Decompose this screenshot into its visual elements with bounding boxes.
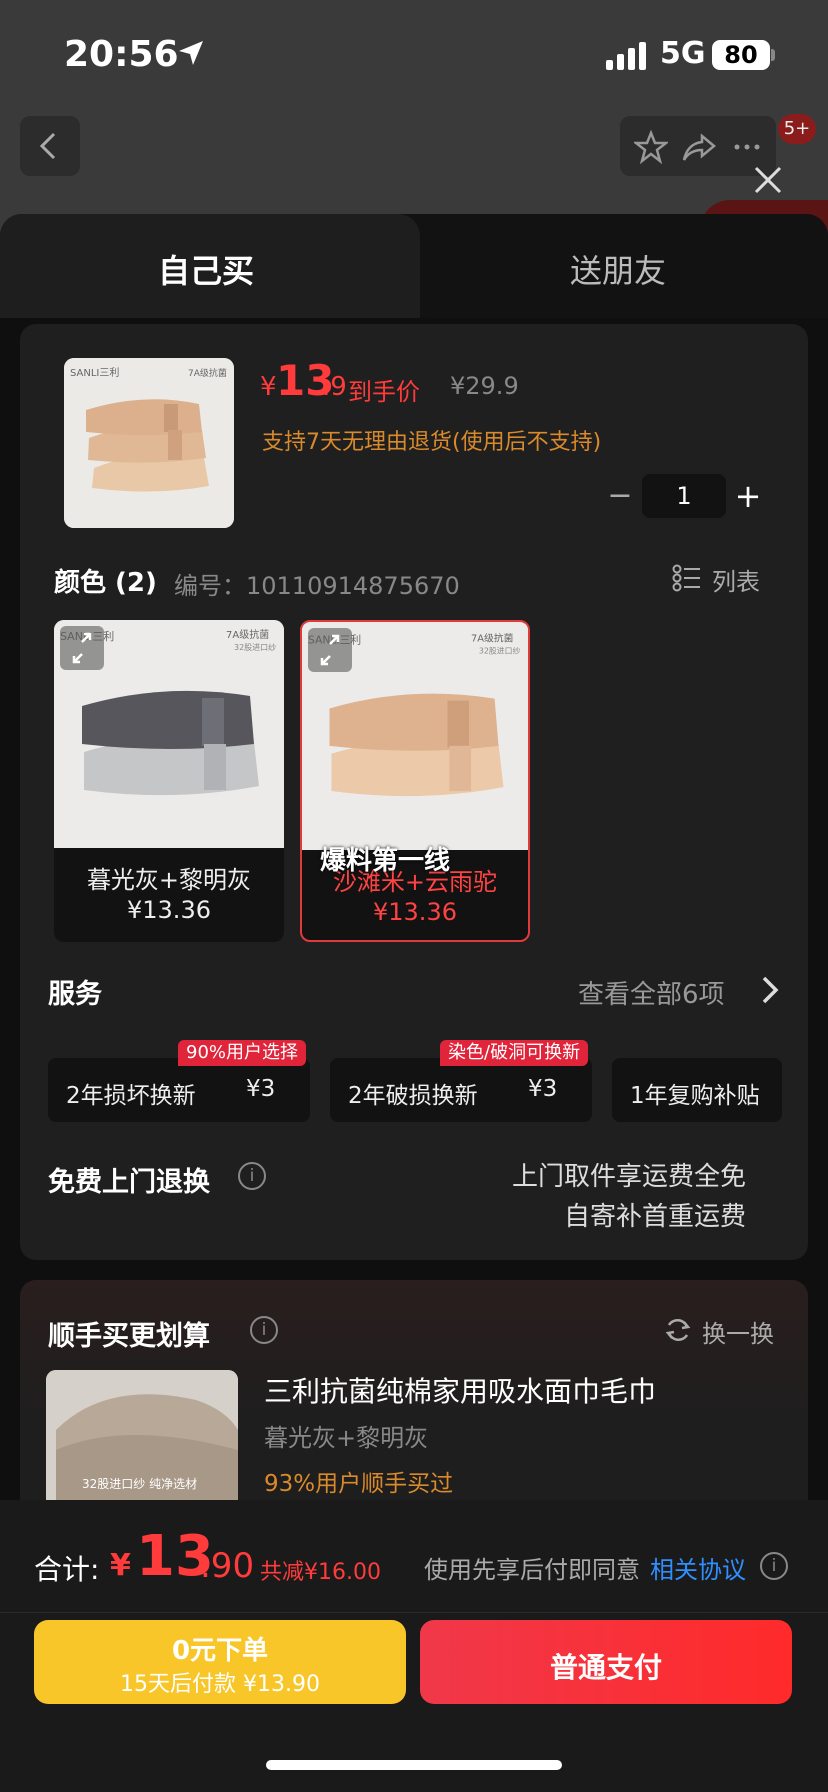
pay-later-title: 0元下单 [171, 1636, 269, 1666]
quantity-increment-button[interactable]: + [734, 476, 762, 516]
original-price: ¥29.9 [450, 372, 519, 400]
service-tag: 染色/破洞可换新 [440, 1040, 589, 1066]
info-icon[interactable]: i [760, 1552, 788, 1580]
info-icon[interactable]: i [250, 1316, 278, 1344]
product-thumbnail[interactable]: SANLI三利 7A级抗菌 [64, 358, 234, 528]
status-bar: 20:56 5G 80 [0, 0, 828, 110]
service-price: ¥3 [246, 1076, 276, 1102]
pay-later-button[interactable]: 0元下单 15天后付款 ¥13.90 [34, 1620, 406, 1704]
free-return-line1: 上门取件享运费全免 [511, 1162, 746, 1192]
expand-icon[interactable] [308, 628, 352, 672]
list-view-label: 列表 [712, 568, 760, 596]
total-decimal: .90 [200, 1546, 255, 1586]
refresh-icon [665, 1318, 691, 1342]
variant-subtag: 32股进口纱 [234, 643, 276, 652]
service-name: 1年复购补贴 [630, 1083, 760, 1109]
signal-icon [606, 42, 646, 70]
message-badge: 5+ [778, 114, 816, 144]
star-icon[interactable] [634, 130, 668, 164]
service-option[interactable]: 1年复购补贴 [612, 1058, 782, 1122]
color-variant-gray[interactable]: SANLI三利 7A级抗菌 32股进口纱 暮光灰+黎明灰 ¥13.36 [54, 620, 284, 942]
service-price: ¥3 [528, 1076, 558, 1102]
divider [0, 1612, 828, 1613]
chevron-right-icon[interactable] [760, 974, 780, 1006]
service-name: 2年损坏换新 [66, 1083, 196, 1109]
tab-gift[interactable]: 送朋友 [570, 246, 666, 292]
battery-tip [771, 49, 775, 61]
service-option[interactable]: 2年损坏换新 ¥3 [48, 1058, 310, 1122]
tab-self[interactable]: 自己买 [158, 246, 254, 292]
info-icon[interactable]: i [238, 1162, 266, 1190]
color-section-title: 颜色 (2) [54, 568, 157, 598]
close-icon[interactable] [752, 164, 784, 196]
product-code: 编号：10110914875670 [174, 572, 460, 600]
agreement-link[interactable]: 相关协议 [650, 1550, 746, 1585]
watermark-overlay: 爆料第一线 [320, 846, 451, 876]
add-on-variant: 暮光灰+黎明灰 [264, 1424, 429, 1452]
variant-price: ¥13.36 [373, 898, 457, 926]
back-button[interactable] [20, 116, 80, 176]
network-type: 5G [660, 36, 706, 71]
variant-tag: 7A级抗菌 [471, 632, 514, 645]
status-time: 20:56 [64, 34, 179, 75]
expand-icon[interactable] [60, 626, 104, 670]
free-return-line2: 自寄补首重运费 [563, 1202, 746, 1232]
towel-image: 32股进口纱 纯净选材 [46, 1370, 238, 1520]
service-tag: 90%用户选择 [178, 1040, 307, 1066]
color-variant-beige-selected[interactable]: SANLI三利 7A级抗菌 32股进口纱 沙滩米+云雨驼 ¥13.36 [300, 620, 530, 942]
thumb-tag: 7A级抗菌 [188, 367, 227, 379]
service-view-all[interactable]: 查看全部6项 [578, 974, 725, 1011]
towel-image: SANLI三利 7A级抗菌 [64, 358, 234, 528]
total-discount: 共减¥16.00 [260, 1560, 381, 1585]
total-label: 合计: [34, 1553, 100, 1586]
service-title: 服务 [48, 979, 102, 1010]
variant-name: 暮光灰+黎明灰 [86, 866, 252, 894]
variant-price: ¥13.36 [127, 896, 211, 924]
price-currency: ¥ [260, 372, 277, 402]
total-currency: ¥ [110, 1548, 131, 1583]
agreement-text: 使用先享后付即同意 [424, 1556, 640, 1584]
add-on-title: 顺手买更划算 [48, 1321, 210, 1352]
quantity-decrement-button[interactable]: − [606, 476, 634, 516]
list-icon [672, 564, 700, 592]
service-option[interactable]: 2年破损换新 ¥3 [330, 1058, 592, 1122]
add-on-product-name[interactable]: 三利抗菌纯棉家用吸水面巾毛巾 [264, 1370, 656, 1410]
home-indicator [266, 1760, 562, 1770]
pay-later-subtitle: 15天后付款 ¥13.90 [120, 1672, 320, 1697]
service-name: 2年破损换新 [348, 1083, 478, 1109]
thumb-brand: SANLI三利 [70, 367, 119, 379]
swap-label: 换一换 [702, 1320, 774, 1348]
variant-subtag: 32股进口纱 [479, 646, 521, 655]
return-policy: 支持7天无理由退货(使用后不支持) [262, 430, 602, 455]
free-return-title: 免费上门退换 [48, 1167, 210, 1198]
quantity-input[interactable]: 1 [642, 474, 726, 518]
thumb-caption: 32股进口纱 纯净选材 [82, 1477, 197, 1491]
price-tag: 到手价 [348, 378, 420, 406]
share-icon[interactable] [682, 130, 716, 164]
normal-pay-button[interactable]: 普通支付 [420, 1620, 792, 1704]
variant-tag: 7A级抗菌 [226, 628, 269, 641]
add-on-product-image[interactable]: 32股进口纱 纯净选材 [46, 1370, 238, 1520]
more-icon[interactable] [730, 130, 764, 164]
location-arrow-icon [179, 41, 203, 65]
normal-pay-label: 普通支付 [549, 1651, 662, 1684]
add-on-stat: 93%用户顺手买过 [264, 1471, 454, 1497]
price-decimal: .9 [322, 372, 347, 402]
battery-icon: 80 [712, 40, 770, 70]
chevron-left-icon [39, 132, 56, 160]
